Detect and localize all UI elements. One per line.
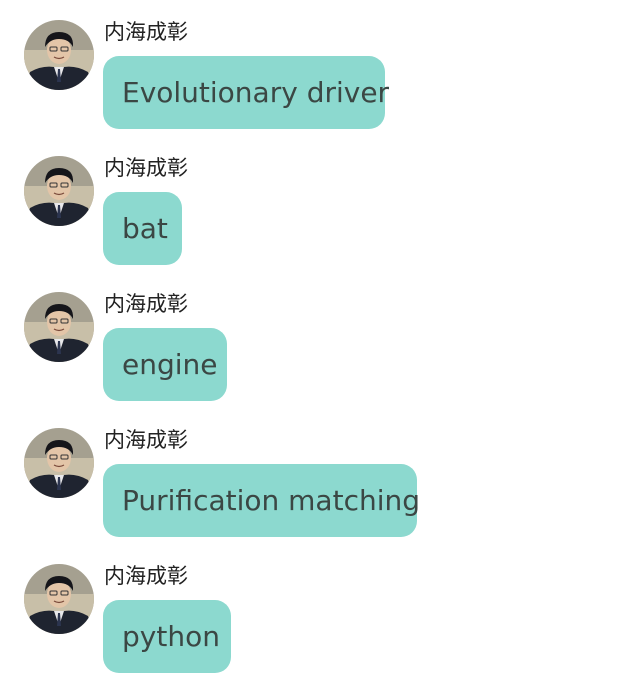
sender-name: 内海成彰 bbox=[104, 292, 188, 316]
sender-name: 内海成彰 bbox=[104, 20, 188, 44]
user-avatar-icon[interactable] bbox=[24, 156, 94, 226]
message-bubble[interactable]: python bbox=[103, 600, 231, 673]
user-avatar-icon[interactable] bbox=[24, 292, 94, 362]
message-bubble[interactable]: Evolutionary driver bbox=[103, 56, 389, 129]
message-item: 内海成彰 Purification matching bbox=[0, 408, 640, 544]
message-bubble[interactable]: engine bbox=[103, 328, 227, 401]
message-item: 内海成彰 python bbox=[0, 544, 640, 680]
sender-name: 内海成彰 bbox=[104, 156, 188, 180]
sender-name: 内海成彰 bbox=[104, 428, 188, 452]
message-item: 内海成彰 bat bbox=[0, 136, 640, 272]
user-avatar-icon[interactable] bbox=[24, 428, 94, 498]
sender-name: 内海成彰 bbox=[104, 564, 188, 588]
chat-message-list: 内海成彰 Evolutionary driver 内海成彰 bat 内海成彰 e… bbox=[0, 0, 640, 684]
message-bubble[interactable]: bat bbox=[103, 192, 182, 265]
message-item: 内海成彰 engine bbox=[0, 272, 640, 408]
user-avatar-icon[interactable] bbox=[24, 20, 94, 90]
user-avatar-icon[interactable] bbox=[24, 564, 94, 634]
message-item: 内海成彰 Evolutionary driver bbox=[0, 0, 640, 136]
message-bubble[interactable]: Purification matching bbox=[103, 464, 420, 537]
